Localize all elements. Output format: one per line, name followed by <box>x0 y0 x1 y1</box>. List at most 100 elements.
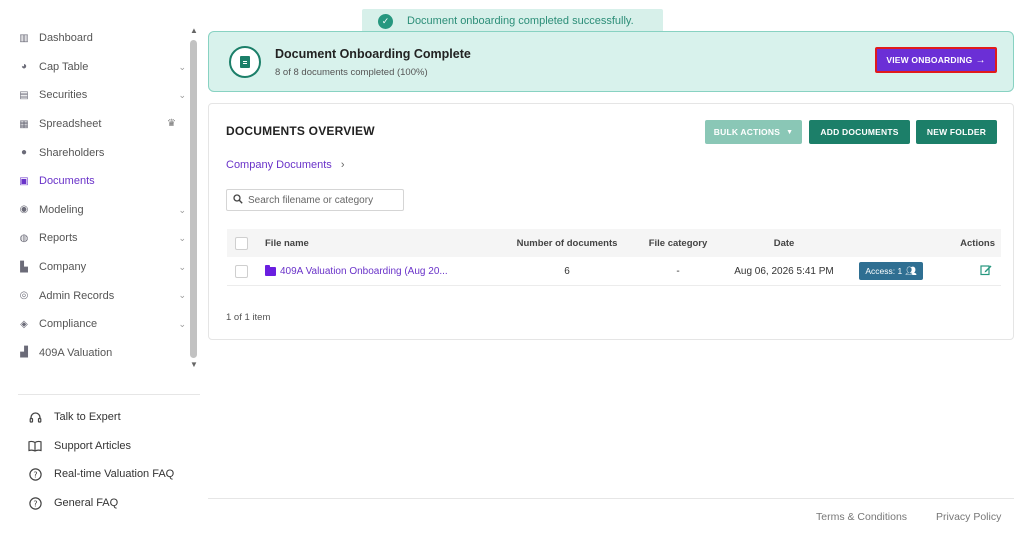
card-title: DOCUMENTS OVERVIEW <box>226 124 375 138</box>
help-item-talk-to-expert[interactable]: Talk to Expert <box>28 403 203 432</box>
help-item-general-faq[interactable]: ? General FAQ <box>28 489 203 518</box>
access-label: Access: 1 <box>865 266 903 276</box>
svg-text:?: ? <box>33 499 37 508</box>
building-icon: ▙ <box>20 261 28 273</box>
sidebar-item-label: 409A Valuation <box>39 346 113 359</box>
column-actions: Actions <box>960 237 995 249</box>
privacy-policy-link[interactable]: Privacy Policy <box>936 511 1001 523</box>
dashboard-icon: ▥ <box>19 32 29 44</box>
footer-divider <box>208 498 1014 499</box>
documents-overview-card: DOCUMENTS OVERVIEW BULK ACTIONS ▼ ADD DO… <box>208 103 1014 340</box>
sidebar: ▥ Dashboard ◕ Cap Table ⌄ ▤ Securities ⌄… <box>0 0 205 539</box>
row-checkbox[interactable] <box>235 264 248 278</box>
caret-down-icon: ▼ <box>786 128 794 136</box>
scroll-up-arrow-icon[interactable]: ▲ <box>189 26 199 36</box>
chevron-right-icon: › <box>340 159 345 171</box>
headset-icon <box>28 410 42 424</box>
search-icon <box>233 193 243 207</box>
folder-icon <box>265 264 276 276</box>
sidebar-item-label: Documents <box>39 175 95 188</box>
sidebar-item-409a-valuation[interactable]: ▟ 409A Valuation <box>0 339 190 368</box>
cell-file-category: - <box>676 265 680 277</box>
admin-icon: ◎ <box>19 290 29 302</box>
sidebar-item-dashboard[interactable]: ▥ Dashboard <box>0 24 190 53</box>
book-icon <box>28 439 42 453</box>
clipboard-icon: ▤ <box>19 89 29 101</box>
search-input[interactable] <box>248 194 398 206</box>
table-header: File name Number of documents File categ… <box>227 229 1001 257</box>
sidebar-item-compliance[interactable]: ◈ Compliance ⌄ <box>0 310 190 339</box>
help-item-support-articles[interactable]: Support Articles <box>28 432 203 461</box>
bulk-actions-button[interactable]: BULK ACTIONS ▼ <box>705 120 802 144</box>
documents-table: File name Number of documents File categ… <box>227 229 1001 286</box>
chevron-down-icon: ⌄ <box>178 261 186 272</box>
valuation-chart-icon: ▟ <box>20 347 28 359</box>
question-icon: ? <box>28 496 42 510</box>
sidebar-item-securities[interactable]: ▤ Securities ⌄ <box>0 81 190 110</box>
chevron-down-icon: ⌄ <box>178 204 186 215</box>
sidebar-item-label: Company <box>39 261 87 274</box>
column-file-category: File category <box>648 237 708 249</box>
sidebar-divider <box>18 394 200 395</box>
chevron-down-icon: ⌄ <box>178 61 186 72</box>
select-all-checkbox[interactable] <box>235 236 248 250</box>
success-toast: ✓ Document onboarding completed successf… <box>362 9 663 33</box>
help-links: Talk to Expert Support Articles ? Real-t… <box>28 403 203 517</box>
scroll-down-arrow-icon[interactable]: ▼ <box>189 360 199 370</box>
sidebar-item-shareholders[interactable]: ● Shareholders <box>0 138 190 167</box>
sidebar-item-documents[interactable]: ▣ Documents <box>0 167 190 196</box>
banner-subtitle: 8 of 8 documents completed (100%) <box>275 67 428 78</box>
scrollbar-thumb[interactable] <box>190 40 197 358</box>
breadcrumb-company-documents[interactable]: Company Documents <box>226 159 332 171</box>
edit-icon[interactable] <box>980 264 992 279</box>
users-icon: 👥︎ <box>905 265 917 276</box>
cell-number-of-documents: 6 <box>564 265 570 277</box>
sidebar-item-company[interactable]: ▙ Company ⌄ <box>0 253 190 282</box>
table-row: 409A Valuation Onboarding (Aug 20... 6 -… <box>227 257 1001 286</box>
chevron-down-icon: ⌄ <box>178 90 186 101</box>
column-number-of-documents: Number of documents <box>516 237 618 249</box>
terms-conditions-link[interactable]: Terms & Conditions <box>816 511 907 523</box>
pagination-info: 1 of 1 item <box>226 312 271 323</box>
onboarding-complete-banner: Document Onboarding Complete 8 of 8 docu… <box>208 31 1014 92</box>
file-name-text: 409A Valuation Onboarding (Aug 20... <box>280 265 448 277</box>
pie-chart-icon: ◕ <box>20 61 28 73</box>
add-documents-label: ADD DOCUMENTS <box>820 127 899 137</box>
bulk-actions-label: BULK ACTIONS <box>713 127 781 137</box>
sidebar-item-cap-table[interactable]: ◕ Cap Table ⌄ <box>0 53 190 82</box>
sidebar-scrollbar[interactable]: ▲ ▼ <box>189 24 199 372</box>
new-folder-button[interactable]: NEW FOLDER <box>916 120 997 144</box>
sidebar-item-reports[interactable]: ◍ Reports ⌄ <box>0 224 190 253</box>
chevron-down-icon: ⌄ <box>178 318 186 329</box>
question-icon: ? <box>28 467 42 481</box>
chevron-down-icon: ⌄ <box>178 233 186 244</box>
arrow-right-icon: → <box>975 54 986 66</box>
sidebar-item-spreadsheet[interactable]: ▦ Spreadsheet ♛ <box>0 110 190 139</box>
sidebar-item-label: Modeling <box>39 203 84 216</box>
sidebar-item-modeling[interactable]: ◉ Modeling ⌄ <box>0 196 190 225</box>
sidebar-item-label: Admin Records <box>39 289 115 302</box>
sidebar-item-label: Dashboard <box>39 32 93 45</box>
access-badge-button[interactable]: Access: 1 👥︎ <box>859 262 923 280</box>
document-icon <box>229 46 261 78</box>
column-file-name: File name <box>265 237 309 249</box>
file-name-link[interactable]: 409A Valuation Onboarding (Aug 20... <box>265 264 448 277</box>
sidebar-item-label: Spreadsheet <box>39 118 102 131</box>
search-box[interactable] <box>226 189 404 211</box>
chevron-down-icon: ⌄ <box>178 290 186 301</box>
sidebar-item-label: Shareholders <box>39 146 105 159</box>
shield-icon: ◈ <box>20 318 28 330</box>
help-item-realtime-valuation-faq[interactable]: ? Real-time Valuation FAQ <box>28 460 203 489</box>
help-item-label: General FAQ <box>54 497 119 510</box>
sidebar-item-admin-records[interactable]: ◎ Admin Records ⌄ <box>0 281 190 310</box>
banner-title: Document Onboarding Complete <box>275 47 471 61</box>
svg-text:?: ? <box>33 470 37 479</box>
view-onboarding-button[interactable]: VIEW ONBOARDING → <box>875 47 997 73</box>
breadcrumb[interactable]: Company Documents › <box>226 159 345 171</box>
add-documents-button[interactable]: ADD DOCUMENTS <box>809 120 910 144</box>
cell-date: Aug 06, 2026 5:41 PM <box>734 265 834 277</box>
folder-icon: ▣ <box>19 175 29 187</box>
person-icon: ● <box>20 147 28 159</box>
table-icon: ▦ <box>19 118 29 130</box>
sidebar-item-label: Cap Table <box>39 60 89 73</box>
